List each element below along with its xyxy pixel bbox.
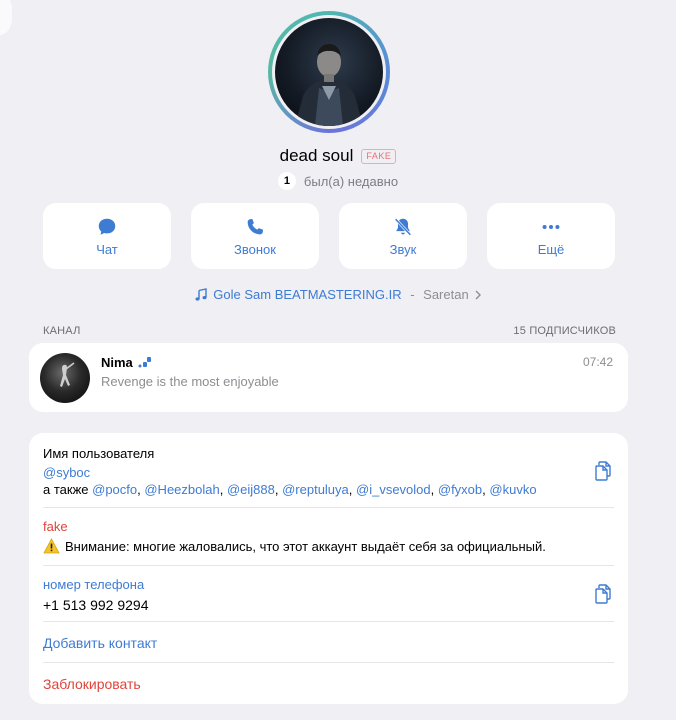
phone-icon — [247, 218, 264, 234]
last-seen-status: был(а) недавно — [303, 173, 399, 189]
more-button-label: Ещё — [537, 241, 565, 257]
music-separator: - — [406, 287, 419, 302]
profile-status-row: 1 был(а) недавно — [0, 172, 676, 190]
bell-muted-icon — [394, 217, 412, 236]
alias-link[interactable]: @Heezbolah — [144, 482, 219, 497]
channel-section-header: КАНАЛ 15 ПОДПИСЧИКОВ — [43, 325, 616, 337]
add-contact-button[interactable]: Добавить контакт — [43, 635, 157, 651]
copy-icon[interactable] — [592, 583, 614, 605]
chat-button-label: Чат — [96, 241, 118, 257]
music-artist: Saretan — [423, 287, 469, 302]
ellipsis-icon — [542, 224, 560, 229]
username-link[interactable]: @syboc — [43, 465, 90, 480]
action-buttons: Чат Звонок Звук Ещё — [43, 203, 615, 269]
channel-subscribers: 15 ПОДПИСЧИКОВ — [513, 325, 616, 337]
more-button[interactable]: Ещё — [487, 203, 615, 269]
alias-link[interactable]: @fyxob — [438, 482, 482, 497]
profile-avatar[interactable] — [268, 11, 390, 133]
aliases-row: а также @pocfo, @Heezbolah, @eij888, @re… — [43, 482, 537, 497]
status-count-badge: 1 — [277, 172, 296, 190]
window-edge-decoration — [0, 0, 12, 36]
aliases-prefix: а также — [43, 482, 89, 497]
profile-name-row: dead soul FAKE — [0, 146, 676, 166]
warning-icon — [43, 538, 60, 554]
profile-name: dead soul — [279, 146, 354, 165]
chevron-right-icon — [475, 290, 481, 299]
channel-card[interactable]: Nima 07:42 Revenge is the most enjoyable — [29, 343, 628, 412]
channel-last-message: Revenge is the most enjoyable — [101, 374, 279, 389]
channel-name: Nima — [101, 355, 133, 370]
alias-link[interactable]: @eij888 — [227, 482, 275, 497]
sound-button[interactable]: Звук — [339, 203, 467, 269]
profile-music[interactable]: Gole Sam BEATMASTERING.IR - Saretan — [0, 287, 676, 302]
alias-link[interactable]: @kuvko — [489, 482, 536, 497]
channel-section-label: КАНАЛ — [43, 325, 81, 337]
divider — [43, 662, 614, 663]
phone-label: номер телефона — [43, 577, 145, 592]
divider — [43, 565, 614, 566]
copy-icon[interactable] — [592, 460, 614, 482]
divider — [43, 621, 614, 622]
chat-bubble-icon — [98, 218, 116, 235]
alias-link[interactable]: @reptuluya — [282, 482, 349, 497]
username-label: Имя пользователя — [43, 446, 155, 461]
fake-warning-text: Внимание: многие жаловались, что этот ак… — [65, 538, 546, 554]
call-button-label: Звонок — [234, 241, 276, 257]
channel-emoji-icon — [138, 357, 151, 368]
music-note-icon — [195, 287, 207, 301]
alias-link[interactable]: @i_vsevolod — [356, 482, 431, 497]
fake-warning: Внимание: многие жаловались, что этот ак… — [43, 538, 546, 554]
sound-button-label: Звук — [389, 241, 417, 257]
avatar-photo — [275, 18, 383, 126]
call-button[interactable]: Звонок — [191, 203, 319, 269]
fake-label: fake — [43, 519, 68, 534]
channel-time: 07:42 — [582, 355, 613, 369]
divider — [43, 507, 614, 508]
block-button[interactable]: Заблокировать — [43, 676, 141, 692]
info-card: Имя пользователя @syboc а также @pocfo, … — [29, 433, 628, 704]
alias-link[interactable]: @pocfo — [92, 482, 137, 497]
chat-button[interactable]: Чат — [43, 203, 171, 269]
music-title: Gole Sam BEATMASTERING.IR — [213, 287, 402, 302]
phone-number[interactable]: +1 513 992 9294 — [43, 597, 149, 613]
fake-badge: FAKE — [361, 148, 397, 164]
channel-avatar — [40, 353, 90, 403]
